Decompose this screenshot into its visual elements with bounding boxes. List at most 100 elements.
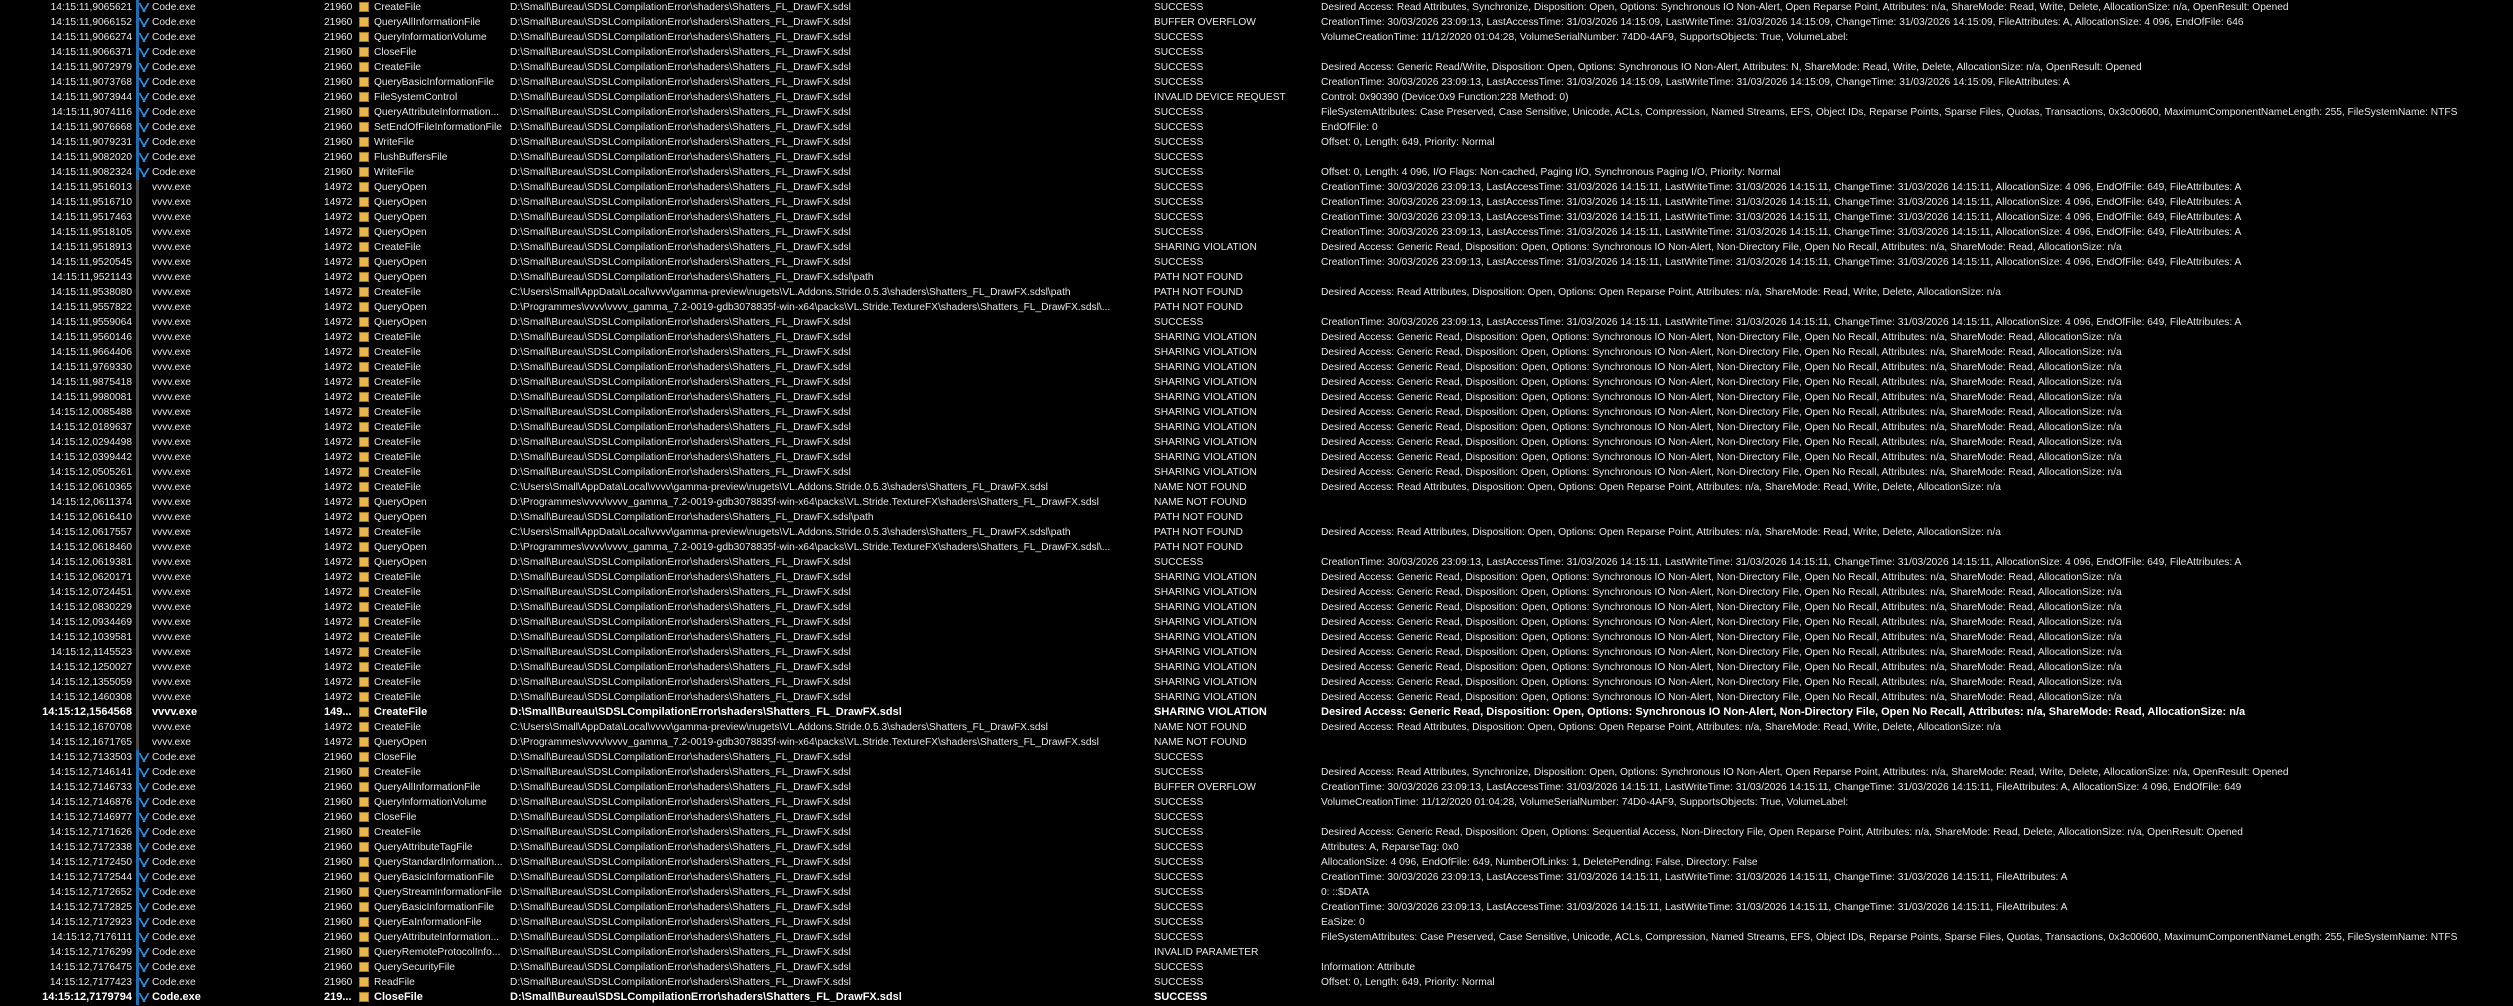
event-row[interactable]: 14:15:12,7176111 Code.exe 21960 QueryAttrib… [0,930,2513,945]
event-row[interactable]: 14:15:12,7176299 Code.exe 21960 QueryRemote… [0,945,2513,960]
event-row[interactable]: 14:15:12,7172825 Code.exe 21960 QueryBasicI… [0,900,2513,915]
event-row[interactable]: 14:15:11,9517463 vvvv.exe 14972 QueryOpen D:… [0,210,2513,225]
event-row[interactable]: 14:15:11,9066371 Code.exe 21960 CloseFile D:… [0,45,2513,60]
event-row[interactable]: 14:15:11,9559064 vvvv.exe 14972 QueryOpen D:… [0,315,2513,330]
vscode-logo-icon [139,812,149,823]
event-row[interactable]: 14:15:12,0399442 vvvv.exe 14972 CreateFile D… [0,450,2513,465]
file-system-icon [359,285,372,300]
file-operation-icon [359,377,369,387]
process-id: 21960 [324,2,353,13]
event-row[interactable]: 14:15:12,7146876 Code.exe 21960 QueryInform… [0,795,2513,810]
event-row[interactable]: 14:15:12,0610365 vvvv.exe 14972 CreateFile C… [0,480,2513,495]
file-system-icon [359,720,372,735]
event-row[interactable]: 14:15:12,1145523 vvvv.exe 14972 CreateFile D… [0,645,2513,660]
event-row[interactable]: 14:15:12,0830229 vvvv.exe 14972 CreateFile D… [0,600,2513,615]
event-row[interactable]: 14:15:11,9520545 vvvv.exe 14972 QueryOpen D:… [0,255,2513,270]
event-row[interactable]: 14:15:11,9664406 vvvv.exe 14972 CreateFile D… [0,345,2513,360]
event-row[interactable]: 14:15:11,9769330 vvvv.exe 14972 CreateFile D… [0,360,2513,375]
vscode-icon [139,90,151,105]
detail: AllocationSize: 4 096, EndOfFile: 649, N… [1321,857,1758,868]
event-row[interactable]: 14:15:12,0724451 vvvv.exe 14972 CreateFile D… [0,585,2513,600]
event-row[interactable]: 14:15:11,9518105 vvvv.exe 14972 QueryOpen D:… [0,225,2513,240]
file-operation-icon [359,362,369,372]
file-system-icon [359,660,372,675]
event-row[interactable]: 14:15:11,9538080 vvvv.exe 14972 CreateFile C… [0,285,2513,300]
event-row[interactable]: 14:15:11,9560146 vvvv.exe 14972 CreateFile D… [0,330,2513,345]
event-row[interactable]: 14:15:11,9557822 vvvv.exe 14972 QueryOpen D:… [0,300,2513,315]
event-row[interactable]: 14:15:12,7172544 Code.exe 21960 QueryBasicI… [0,870,2513,885]
event-row[interactable]: 14:15:12,1670708 vvvv.exe 14972 CreateFile C… [0,720,2513,735]
event-row[interactable]: 14:15:12,1250027 vvvv.exe 14972 CreateFile D… [0,660,2513,675]
event-time: 14:15:12,7171626 [49,827,132,838]
event-row[interactable]: 14:15:12,0616410 vvvv.exe 14972 QueryOpen D:… [0,510,2513,525]
event-row[interactable]: 14:15:12,7172450 Code.exe 21960 QueryStanda… [0,855,2513,870]
event-row[interactable]: 14:15:12,0617557 vvvv.exe 14972 CreateFile C… [0,525,2513,540]
event-row[interactable]: 14:15:12,1039581 vvvv.exe 14972 CreateFile D… [0,630,2513,645]
event-row[interactable]: 14:15:12,0294498 vvvv.exe 14972 CreateFile D… [0,435,2513,450]
process-name: vvvv.exe [152,437,191,448]
event-row[interactable]: 14:15:12,0189637 vvvv.exe 14972 CreateFile D… [0,420,2513,435]
event-row[interactable]: 14:15:12,7171626 Code.exe 21960 CreateFile D… [0,825,2513,840]
event-row[interactable]: 14:15:11,9518913 vvvv.exe 14972 CreateFile D… [0,240,2513,255]
process-icon [139,705,151,720]
event-row[interactable]: 14:15:12,7133503 Code.exe 21960 CloseFile D:… [0,750,2513,765]
event-row[interactable]: 14:15:12,1460308 vvvv.exe 14972 CreateFile D… [0,690,2513,705]
event-row[interactable]: 14:15:11,9516013 vvvv.exe 14972 QueryOpen D:… [0,180,2513,195]
event-row[interactable]: 14:15:11,9875418 vvvv.exe 14972 CreateFile D… [0,375,2513,390]
vscode-logo-icon [139,92,149,103]
event-row[interactable]: 14:15:11,9074116 Code.exe 21960 QueryAttrib… [0,105,2513,120]
event-row[interactable]: 14:15:12,0620171 vvvv.exe 14972 CreateFile D… [0,570,2513,585]
process-icon [139,570,151,585]
event-row[interactable]: 14:15:12,7179794 Code.exe 219... CloseFile D… [0,990,2513,1005]
event-row[interactable]: 14:15:12,0618460 vvvv.exe 14972 QueryOpen D:… [0,540,2513,555]
event-row[interactable]: 14:15:12,7146141 Code.exe 21960 CreateFile D… [0,765,2513,780]
event-time: 14:15:11,9559064 [50,317,132,328]
event-row[interactable]: 14:15:11,9072979 Code.exe 21960 CreateFile D… [0,60,2513,75]
result: SUCCESS [1154,227,1204,238]
event-row[interactable]: 14:15:11,9073944 Code.exe 21960 FileSystemC… [0,90,2513,105]
event-row[interactable]: 14:15:11,9079231 Code.exe 21960 WriteFile D:… [0,135,2513,150]
process-name: Code.exe [152,812,196,823]
event-row[interactable]: 14:15:12,0934469 vvvv.exe 14972 CreateFile D… [0,615,2513,630]
event-row[interactable]: 14:15:12,7146733 Code.exe 21960 QueryAllInf… [0,780,2513,795]
detail: CreationTime: 30/03/2026 23:09:13, LastA… [1321,17,2244,28]
event-row[interactable]: 14:15:12,0611374 vvvv.exe 14972 QueryOpen D:… [0,495,2513,510]
event-row[interactable]: 14:15:11,9516710 vvvv.exe 14972 QueryOpen D:… [0,195,2513,210]
event-row[interactable]: 14:15:12,0505261 vvvv.exe 14972 CreateFile D… [0,465,2513,480]
file-system-icon [359,420,372,435]
event-row[interactable]: 14:15:12,0085488 vvvv.exe 14972 CreateFile D… [0,405,2513,420]
event-row[interactable]: 14:15:11,9076668 Code.exe 21960 SetEndOfFil… [0,120,2513,135]
event-row[interactable]: 14:15:12,7176475 Code.exe 21960 QuerySecuri… [0,960,2513,975]
event-row[interactable]: 14:15:12,1564568 vvvv.exe 149... CreateFile… [0,705,2513,720]
event-row[interactable]: 14:15:12,7177423 Code.exe 21960 ReadFile D:\… [0,975,2513,990]
event-row[interactable]: 14:15:11,9065621 Code.exe 21960 CreateFile D… [0,0,2513,15]
event-row[interactable]: 14:15:12,1355059 vvvv.exe 14972 CreateFile D… [0,675,2513,690]
event-row[interactable]: 14:15:12,0619381 vvvv.exe 14972 QueryOpen D:… [0,555,2513,570]
event-row[interactable]: 14:15:12,7146977 Code.exe 21960 CloseFile D:… [0,810,2513,825]
file-system-icon [359,900,372,915]
event-row[interactable]: 14:15:12,7172652 Code.exe 21960 QueryStream… [0,885,2513,900]
path: D:\Small\Bureau\SDSLCompilationError\sha… [510,272,874,283]
event-row[interactable]: 14:15:11,9082324 Code.exe 21960 WriteFile D:… [0,165,2513,180]
event-row[interactable]: 14:15:11,9073768 Code.exe 21960 QueryBasicI… [0,75,2513,90]
event-row[interactable]: 14:15:11,9066152 Code.exe 21960 QueryAllInf… [0,15,2513,30]
event-row[interactable]: 14:15:11,9521143 vvvv.exe 14972 QueryOpen D:… [0,270,2513,285]
result: SUCCESS [1154,47,1204,58]
detail: Desired Access: Generic Read, Dispositio… [1321,467,2122,478]
file-system-icon [359,825,372,840]
event-row[interactable]: 14:15:12,7172338 Code.exe 21960 QueryAttrib… [0,840,2513,855]
event-row[interactable]: 14:15:11,9066274 Code.exe 21960 QueryInform… [0,30,2513,45]
process-monitor-event-list[interactable]: 14:15:11,9065621 Code.exe 21960 CreateFile D… [0,0,2513,1006]
file-operation-icon [359,512,369,522]
event-row[interactable]: 14:15:11,9980081 vvvv.exe 14972 CreateFile D… [0,390,2513,405]
result: SHARING VIOLATION [1154,377,1257,388]
event-row[interactable]: 14:15:12,7172923 Code.exe 21960 QueryEaInfo… [0,915,2513,930]
event-row[interactable]: 14:15:12,1671765 vvvv.exe 14972 QueryOpen D:… [0,735,2513,750]
process-name: vvvv.exe [152,227,191,238]
process-name: Code.exe [152,857,196,868]
process-name: vvvv.exe [152,662,191,673]
vscode-logo-icon [139,977,149,988]
event-row[interactable]: 14:15:11,9082020 Code.exe 21960 FlushBuffer… [0,150,2513,165]
process-id: 21960 [324,797,353,808]
file-system-icon [359,450,372,465]
